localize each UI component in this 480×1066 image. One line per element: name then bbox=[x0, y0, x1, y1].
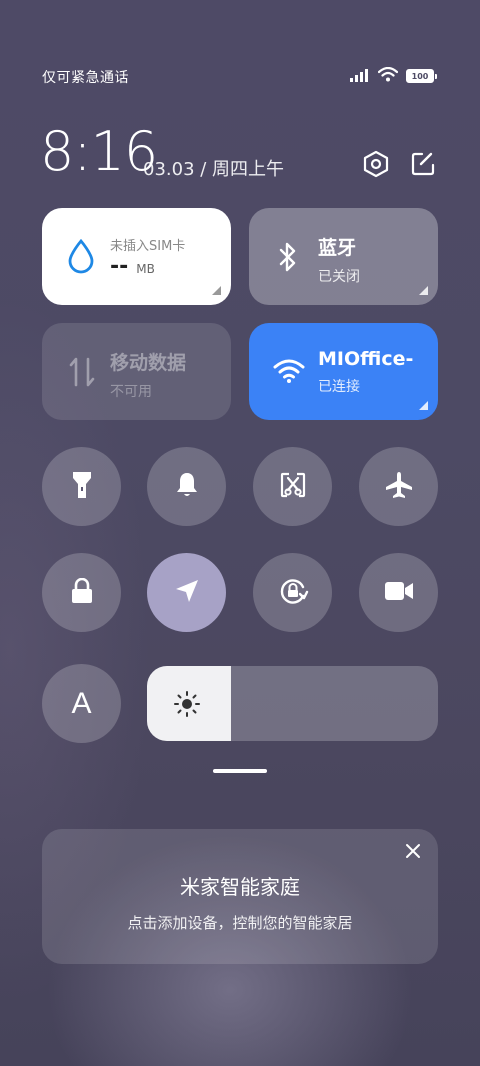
wifi-icon bbox=[377, 66, 399, 86]
collapse-handle[interactable] bbox=[213, 769, 267, 773]
mi-home-card[interactable]: 米家智能家庭 点击添加设备，控制您的智能家居 bbox=[42, 829, 438, 964]
water-drop-icon bbox=[66, 238, 96, 278]
close-icon[interactable] bbox=[405, 843, 421, 863]
battery-icon: 100 bbox=[406, 69, 437, 83]
carrier-status: 仅可紧急通话 bbox=[42, 70, 129, 86]
wifi-tile[interactable]: MIOffice- 已连接 bbox=[249, 323, 438, 420]
location-toggle[interactable] bbox=[147, 553, 226, 632]
brightness-slider[interactable] bbox=[147, 666, 438, 741]
sim-label: 未插入SIM卡 bbox=[110, 239, 186, 254]
auto-brightness-label: A bbox=[71, 686, 92, 720]
flashlight-toggle[interactable] bbox=[42, 447, 121, 526]
bluetooth-title: 蓝牙 bbox=[318, 237, 357, 259]
wifi-network-name: MIOffice- bbox=[318, 348, 414, 370]
lock-screen-toggle[interactable] bbox=[42, 553, 121, 632]
screenshot-toggle[interactable] bbox=[253, 447, 332, 526]
clock-time: 8:16 bbox=[40, 120, 158, 183]
status-icons: 100 bbox=[350, 66, 437, 86]
wifi-status: 已连接 bbox=[318, 379, 360, 395]
data-usage-tile[interactable]: 未插入SIM卡 -- MB bbox=[42, 208, 231, 305]
flashlight-icon bbox=[71, 470, 93, 504]
sun-icon bbox=[173, 690, 201, 722]
sound-toggle[interactable] bbox=[147, 447, 226, 526]
video-icon bbox=[384, 580, 414, 606]
screen-record-toggle[interactable] bbox=[359, 553, 438, 632]
location-icon bbox=[174, 578, 200, 608]
bluetooth-icon bbox=[277, 241, 299, 277]
expand-corner-icon bbox=[419, 401, 428, 410]
edit-icon[interactable] bbox=[408, 149, 438, 179]
signal-icon bbox=[350, 67, 370, 86]
rotation-lock-toggle[interactable] bbox=[253, 553, 332, 632]
data-usage-value: -- bbox=[110, 254, 129, 279]
expand-corner-icon bbox=[212, 286, 221, 295]
mobile-data-title: 移动数据 bbox=[110, 352, 187, 374]
rotation-lock-icon bbox=[277, 575, 309, 611]
mobile-data-status: 不可用 bbox=[110, 384, 152, 400]
wifi-icon bbox=[273, 358, 305, 388]
settings-icon[interactable] bbox=[361, 149, 391, 179]
mobile-data-tile[interactable]: 移动数据 不可用 bbox=[42, 323, 231, 420]
expand-corner-icon bbox=[419, 286, 428, 295]
data-usage-unit: MB bbox=[136, 262, 155, 276]
clock-date: 03.03 / 周四上午 bbox=[143, 159, 285, 180]
airplane-icon bbox=[384, 470, 414, 504]
data-arrows-icon bbox=[68, 355, 96, 393]
lock-icon bbox=[70, 577, 94, 608]
card-title: 米家智能家庭 bbox=[180, 875, 300, 899]
airplane-toggle[interactable] bbox=[359, 447, 438, 526]
bluetooth-tile[interactable]: 蓝牙 已关闭 bbox=[249, 208, 438, 305]
card-subtitle: 点击添加设备，控制您的智能家居 bbox=[127, 914, 353, 932]
bell-icon bbox=[175, 471, 199, 503]
bluetooth-status: 已关闭 bbox=[318, 269, 360, 285]
auto-brightness-toggle[interactable]: A bbox=[42, 664, 121, 743]
screenshot-icon bbox=[280, 472, 306, 502]
